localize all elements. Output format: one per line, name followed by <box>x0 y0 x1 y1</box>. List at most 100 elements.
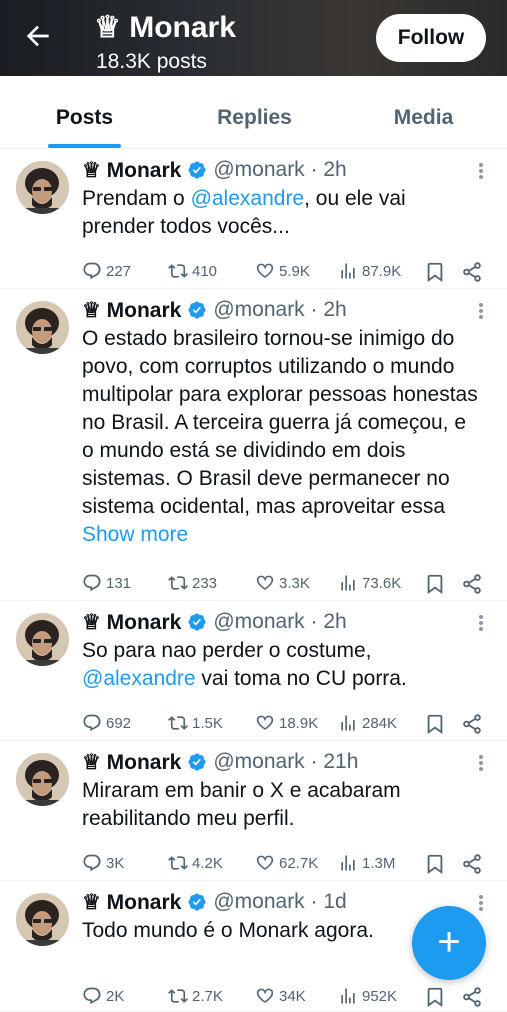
post[interactable]: ♕ Monark @monark · 2h O estado brasileir… <box>0 289 507 601</box>
post[interactable]: ♕ Monark @monark · 2h So para nao perder… <box>0 601 507 741</box>
like-button[interactable]: 62.7K <box>255 853 318 873</box>
tab-posts[interactable]: Posts <box>33 76 136 148</box>
share-icon[interactable] <box>461 986 483 1008</box>
like-button[interactable]: 5.9K <box>255 261 310 281</box>
verified-badge-icon <box>188 893 206 911</box>
repost-icon <box>168 716 188 730</box>
like-button[interactable]: 34K <box>255 986 306 1006</box>
more-options-icon[interactable] <box>477 753 485 773</box>
active-tab-indicator <box>48 144 121 148</box>
post-actions: 692 1.5K 18.9K 284K <box>82 713 492 739</box>
post[interactable]: ♕ Monark @monark · 21h Miraram em banir … <box>0 741 507 881</box>
verified-badge-icon <box>188 753 206 771</box>
share-icon[interactable] <box>461 713 483 735</box>
mention-link[interactable]: @alexandre <box>82 667 196 690</box>
author-name[interactable]: ♕ Monark <box>82 158 181 183</box>
views-button[interactable]: 73.6K <box>338 573 401 593</box>
avatar[interactable] <box>16 753 69 806</box>
post-header: ♕ Monark @monark · 2h <box>82 297 347 323</box>
compose-button[interactable]: + <box>412 906 486 980</box>
author-handle-time[interactable]: @monark · 2h <box>213 158 346 182</box>
reply-button[interactable]: 2K <box>82 986 124 1006</box>
back-button[interactable] <box>22 20 54 52</box>
like-button[interactable]: 3.3K <box>255 573 310 593</box>
avatar[interactable] <box>16 613 69 666</box>
post-actions: 3K 4.2K 62.7K 1.3M <box>82 853 492 879</box>
repost-button[interactable]: 1.5K <box>168 713 223 733</box>
share-icon[interactable] <box>461 853 483 875</box>
views-chart-icon <box>341 263 355 279</box>
reply-button[interactable]: 692 <box>82 713 131 733</box>
show-more-link[interactable]: Show more <box>82 523 188 546</box>
repost-button[interactable]: 410 <box>168 261 217 281</box>
author-handle-time[interactable]: @monark · 21h <box>213 750 358 774</box>
reply-count: 131 <box>106 574 132 592</box>
avatar[interactable] <box>16 893 69 946</box>
repost-button[interactable]: 4.2K <box>168 853 223 873</box>
views-button[interactable]: 1.3M <box>338 853 395 873</box>
reply-icon <box>83 574 101 592</box>
author-name[interactable]: ♕ Monark <box>82 610 181 635</box>
header-posts-count: 18.3K posts <box>96 50 207 73</box>
avatar[interactable] <box>16 301 69 354</box>
tab-media[interactable]: Media <box>370 76 477 148</box>
author-handle-time[interactable]: @monark · 2h <box>213 298 346 322</box>
author-name[interactable]: ♕ Monark <box>82 298 181 323</box>
post-text: O estado brasileiro tornou-se inimigo do… <box>82 325 482 549</box>
repost-icon <box>168 264 188 278</box>
like-count: 62.7K <box>279 854 319 872</box>
post[interactable]: ♕ Monark @monark · 2h Prendam o @alexand… <box>0 149 507 289</box>
author-handle-time[interactable]: @monark · 1d <box>213 890 346 914</box>
arrow-left-icon <box>26 25 49 47</box>
bookmark-icon[interactable] <box>424 573 446 595</box>
like-button[interactable]: 18.9K <box>255 713 318 733</box>
avatar[interactable] <box>16 161 69 214</box>
tab-label: Posts <box>55 106 114 129</box>
repost-count: 410 <box>192 262 218 280</box>
post-text-segment: Miraram em banir o X e acabaram reabilit… <box>82 779 401 830</box>
tab-replies[interactable]: Replies <box>193 76 316 148</box>
verified-badge-icon <box>188 301 206 319</box>
post-actions: 2K 2.7K 34K 952K <box>82 986 492 1012</box>
reply-count: 692 <box>106 714 132 732</box>
bookmark-icon[interactable] <box>424 986 446 1008</box>
like-count: 18.9K <box>279 714 319 732</box>
views-chart-icon <box>341 988 355 1004</box>
views-chart-icon <box>341 855 355 871</box>
profile-tabs: Posts Replies Media <box>0 76 507 149</box>
bookmark-icon[interactable] <box>424 853 446 875</box>
profile-header: ♕ Monark 18.3K posts Follow <box>0 0 507 76</box>
post-actions: 131 233 3.3K 73.6K <box>82 573 492 599</box>
posts-feed: ♕ Monark @monark · 2h Prendam o @alexand… <box>0 149 507 1012</box>
verified-badge-icon <box>188 161 206 179</box>
reply-count: 227 <box>106 262 132 280</box>
tab-label: Replies <box>217 106 292 129</box>
author-name[interactable]: ♕ Monark <box>82 750 181 775</box>
author-name[interactable]: ♕ Monark <box>82 890 181 915</box>
repost-button[interactable]: 2.7K <box>168 986 223 1006</box>
views-button[interactable]: 284K <box>338 713 397 733</box>
share-icon[interactable] <box>461 261 483 283</box>
bookmark-icon[interactable] <box>424 261 446 283</box>
reply-button[interactable]: 131 <box>82 573 131 593</box>
more-options-icon[interactable] <box>477 161 485 181</box>
more-options-icon[interactable] <box>477 613 485 633</box>
views-button[interactable]: 952K <box>338 986 397 1006</box>
repost-count: 1.5K <box>192 714 223 732</box>
author-handle-time[interactable]: @monark · 2h <box>213 610 346 634</box>
post-text-segment: O estado brasileiro tornou-se inimigo do… <box>82 327 478 518</box>
bookmark-icon[interactable] <box>424 713 446 735</box>
reply-icon <box>83 714 101 732</box>
more-options-icon[interactable] <box>477 301 485 321</box>
mention-link[interactable]: @alexandre <box>191 187 305 210</box>
reply-button[interactable]: 3K <box>82 853 124 873</box>
reply-count: 3K <box>106 854 125 872</box>
repost-icon <box>168 856 188 870</box>
follow-button[interactable]: Follow <box>376 14 486 62</box>
repost-button[interactable]: 233 <box>168 573 217 593</box>
reply-count: 2K <box>106 987 125 1005</box>
like-count: 34K <box>279 987 306 1005</box>
reply-button[interactable]: 227 <box>82 261 131 281</box>
share-icon[interactable] <box>461 573 483 595</box>
views-button[interactable]: 87.9K <box>338 261 401 281</box>
